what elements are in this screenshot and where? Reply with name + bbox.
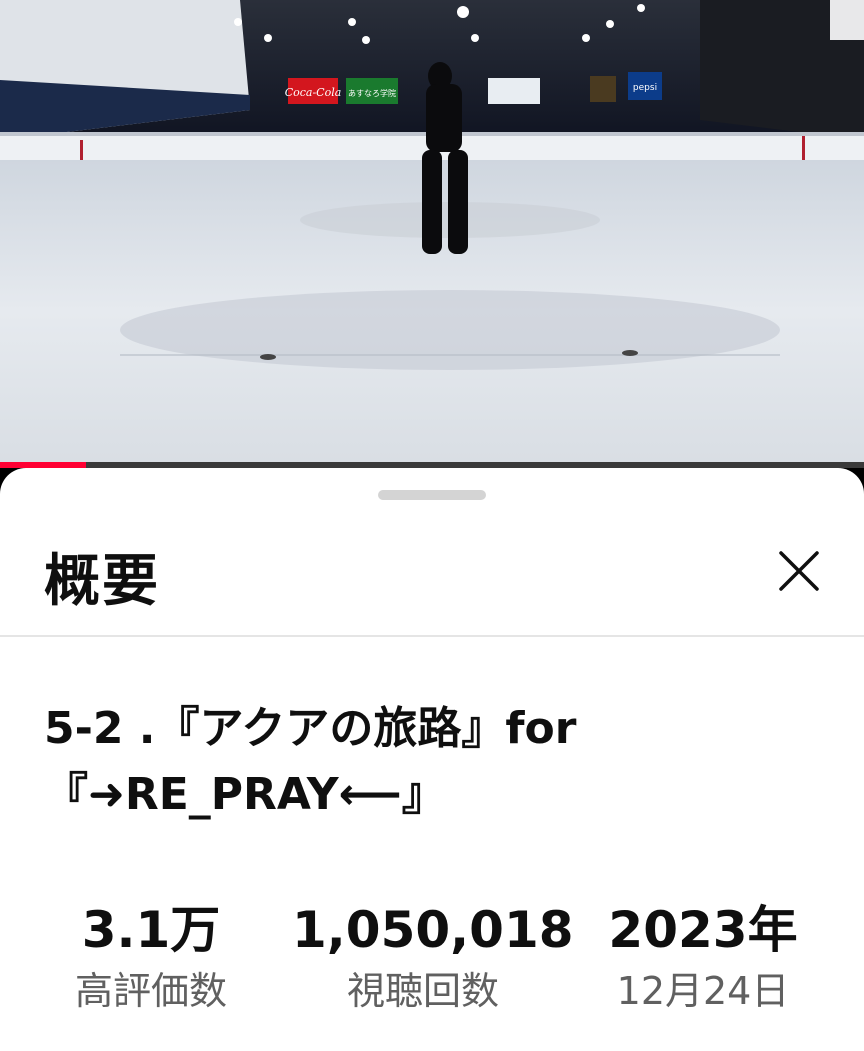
svg-text:あすなろ学院: あすなろ学院 xyxy=(348,88,396,98)
sheet-title: 概要 xyxy=(44,549,160,614)
video-player[interactable]: Coca-Cola あすなろ学院 pepsi xyxy=(0,0,864,462)
video-title: 5-2 .『アクアの旅路』for 『➜RE_PRAY⟵』 xyxy=(44,703,577,820)
divider xyxy=(0,635,864,637)
close-button[interactable] xyxy=(770,542,828,600)
stat-date: 2023年 12月24日 xyxy=(596,900,810,1018)
likes-label: 高評価数 xyxy=(74,969,227,1013)
svg-text:Coca-Cola: Coca-Cola xyxy=(285,86,342,99)
stat-views: 1,050,018 視聴回数 xyxy=(292,900,574,1018)
description-sheet: 概要 5-2 .『アクアの旅路』for 『➜RE_PRAY⟵』 3.1万 高評価… xyxy=(0,468,864,1051)
stat-likes: 3.1万 高評価数 xyxy=(44,900,258,1018)
video-frame: Coca-Cola あすなろ学院 pepsi xyxy=(0,0,864,462)
views-label: 視聴回数 xyxy=(346,969,499,1013)
likes-count: 3.1万 xyxy=(81,901,221,959)
views-count: 1,050,018 xyxy=(292,901,574,959)
upload-date: 12月24日 xyxy=(616,969,790,1013)
svg-text:pepsi: pepsi xyxy=(633,83,657,93)
upload-year: 2023年 xyxy=(608,901,798,959)
close-icon xyxy=(779,551,819,591)
drag-handle[interactable] xyxy=(378,490,486,500)
